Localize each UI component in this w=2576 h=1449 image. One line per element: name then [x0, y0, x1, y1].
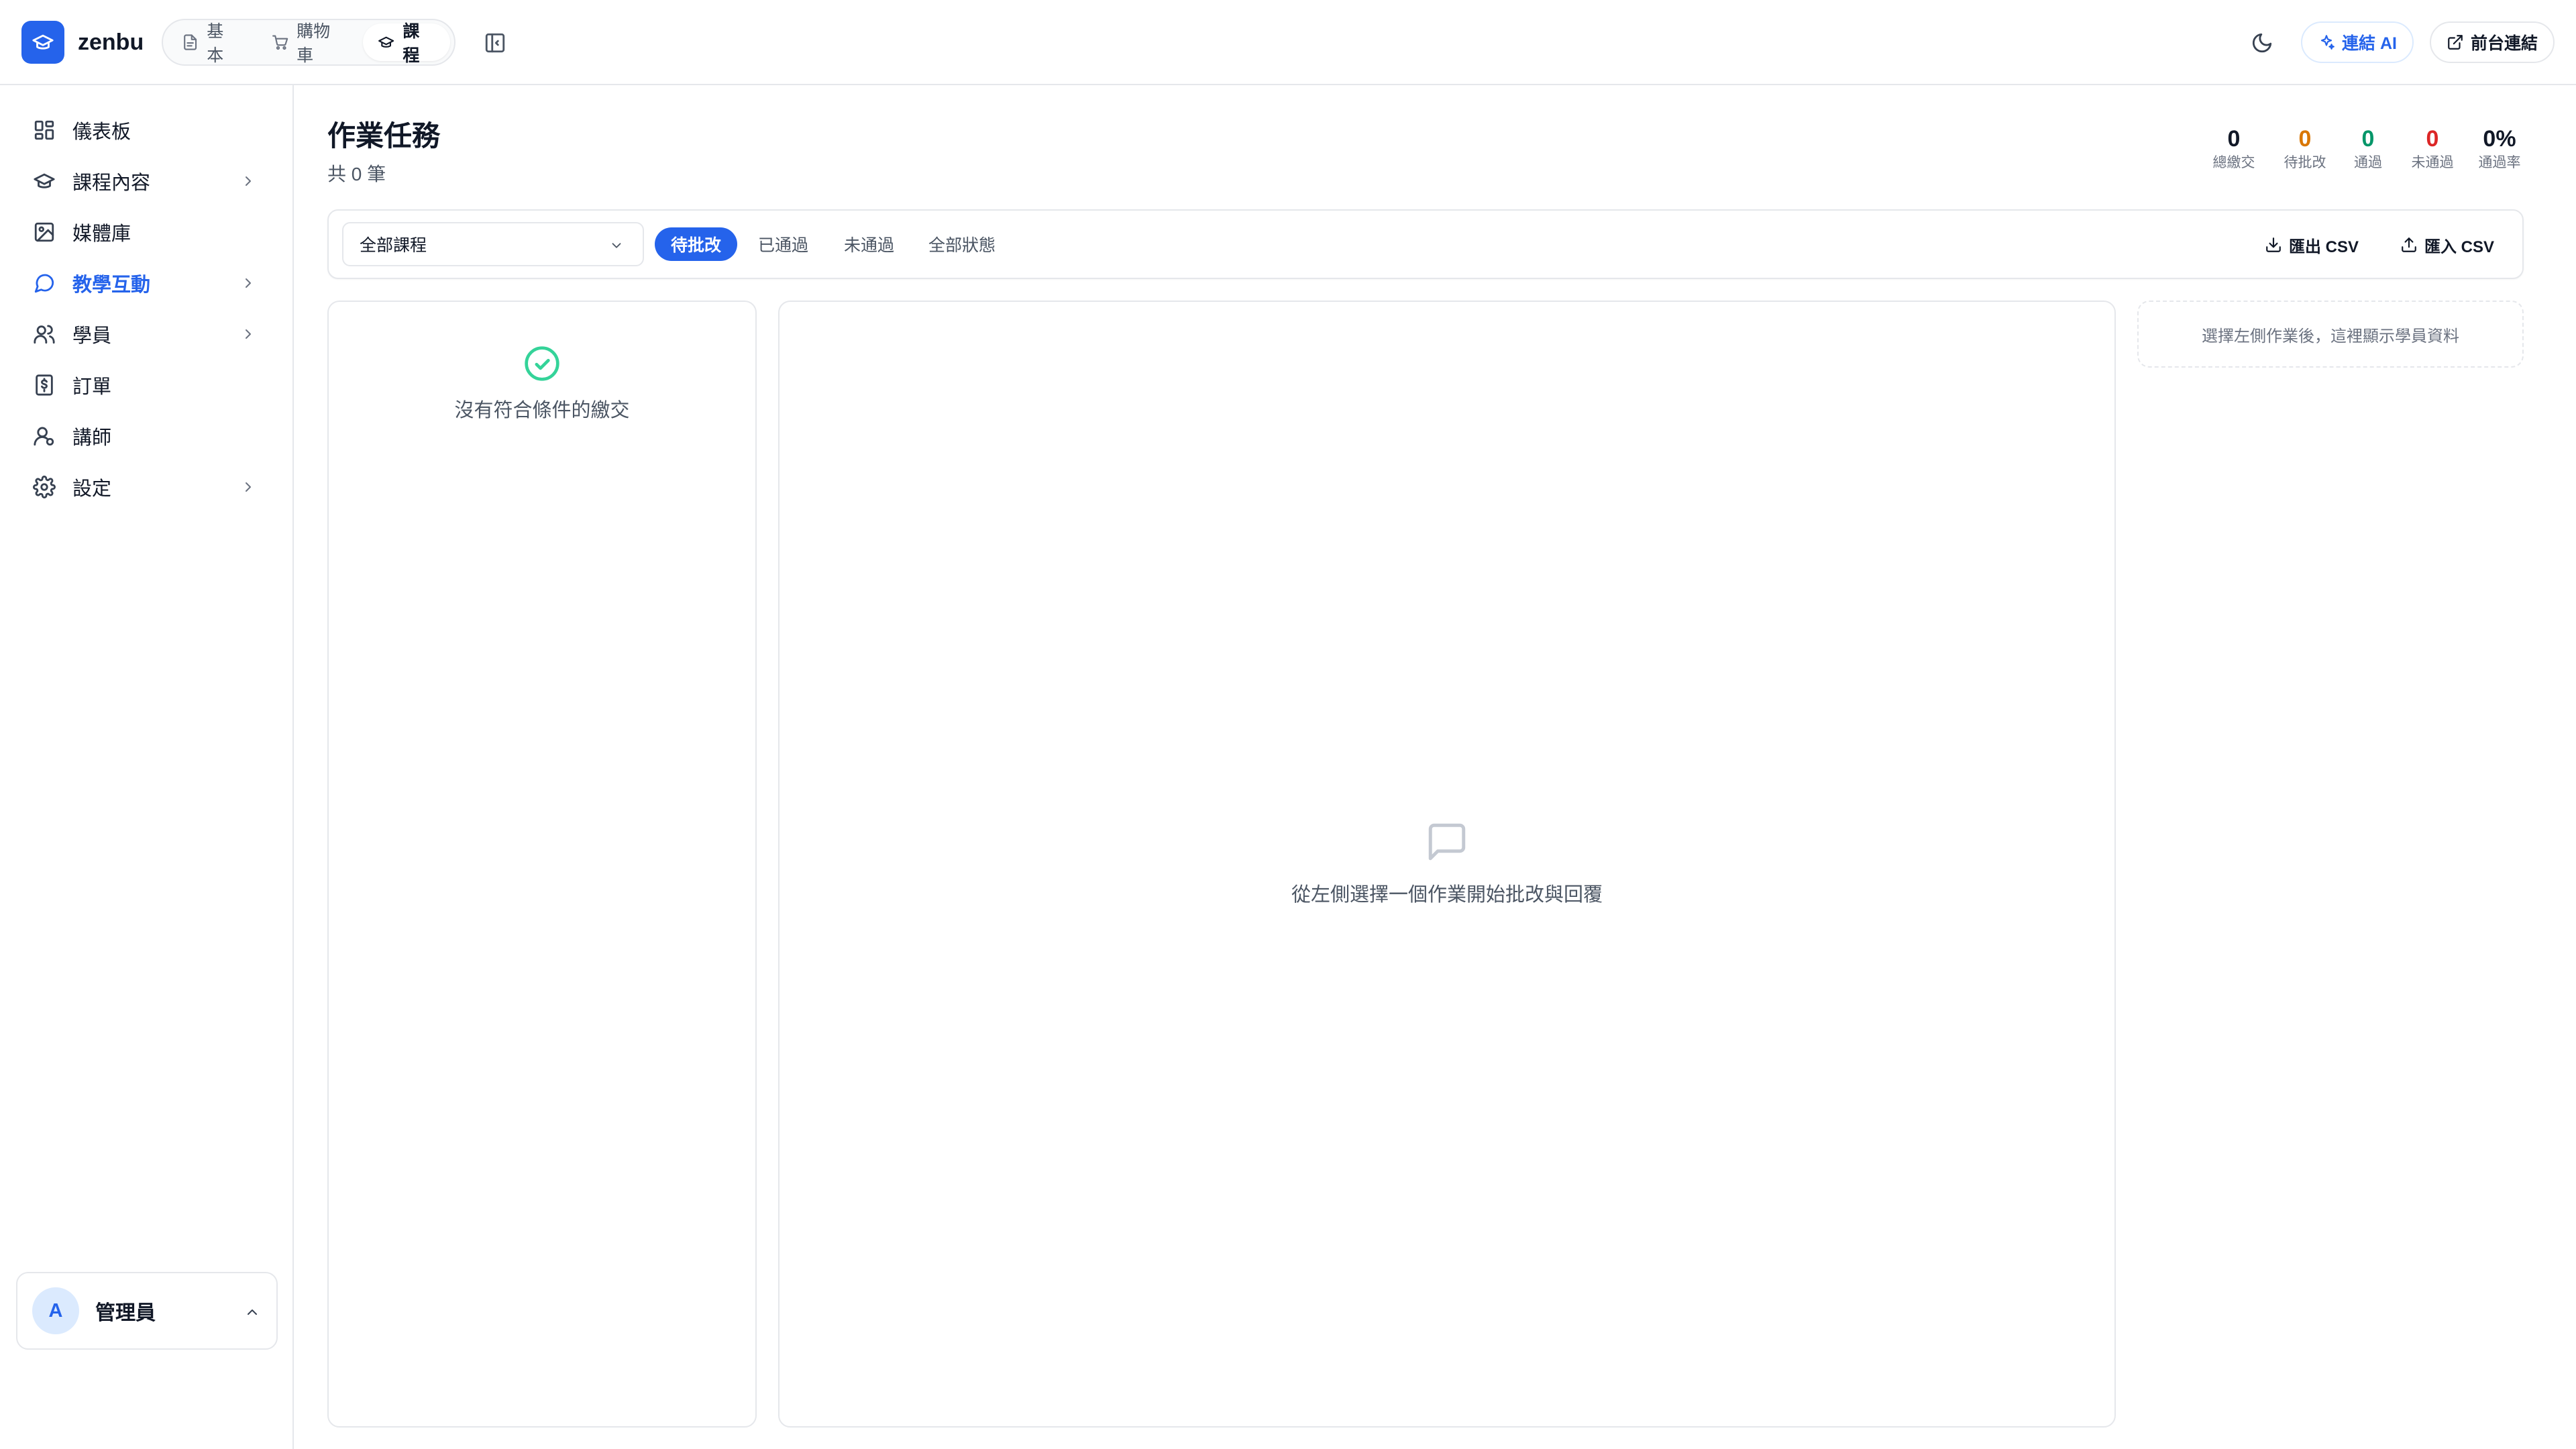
avatar: A	[32, 1287, 79, 1334]
graduation-cap-icon	[31, 168, 58, 195]
receipt-icon	[31, 372, 58, 398]
student-info-hint: 選擇左側作業後，這裡顯示學員資料	[2202, 327, 2459, 345]
tab-course[interactable]: 課程	[363, 22, 451, 65]
module-tabs: 基本 購物車 課程	[162, 19, 455, 66]
submission-list-panel: 沒有符合條件的繳交	[327, 301, 757, 1428]
users-icon	[31, 321, 58, 347]
graduation-cap-icon	[378, 36, 394, 48]
stat-pending: 0 待批改	[2271, 125, 2339, 173]
stats-summary: 0 總繳交 0 待批改 0 通過 0 未通過 0% 通過率	[2200, 125, 2529, 178]
chat-icon	[31, 270, 58, 297]
moon-icon	[2252, 33, 2272, 53]
stat-value: 0	[2227, 126, 2241, 152]
sidebar-item-label: 設定	[72, 478, 112, 500]
sidebar-toggle-button[interactable]	[480, 28, 510, 58]
sidebar-item-label: 媒體庫	[72, 223, 131, 245]
stat-label: 通過率	[2478, 155, 2521, 170]
page-title: 作業任務	[327, 120, 441, 152]
record-count: 共 0 筆	[327, 164, 386, 184]
sidebar-item-label: 教學互動	[72, 274, 151, 296]
empty-state: 從左側選擇一個作業開始批改與回覆	[780, 820, 2114, 907]
stat-passed: 0 通過	[2334, 125, 2402, 173]
empty-state-text: 從左側選擇一個作業開始批改與回覆	[1291, 884, 1603, 906]
sidebar-item-orders[interactable]: 訂單	[20, 364, 268, 407]
connect-ai-button[interactable]: 連結 AI	[2301, 21, 2414, 63]
export-csv-label: 匯出 CSV	[2289, 237, 2359, 256]
sidebar-item-label: 訂單	[72, 376, 112, 398]
sidebar-item-label: 儀表板	[72, 121, 131, 143]
stat-label: 待批改	[2284, 155, 2326, 170]
sidebar-item-label: 講師	[72, 427, 112, 449]
sidebar: 儀表板 課程內容 媒體庫 教學互動 學員 訂單 講師 設定 A 管理員	[0, 85, 294, 1449]
user-name: 管理員	[95, 1302, 156, 1324]
empty-state: 沒有符合條件的繳交	[329, 345, 755, 423]
cart-icon	[272, 35, 288, 50]
message-square-icon	[1425, 820, 1469, 864]
gear-icon	[31, 474, 58, 500]
sparkles-icon	[2320, 35, 2334, 50]
logo-icon[interactable]	[21, 21, 64, 64]
status-tab-pending[interactable]: 待批改	[655, 227, 738, 261]
sidebar-item-students[interactable]: 學員	[20, 313, 268, 356]
stat-value: 0%	[2483, 126, 2516, 152]
import-csv-label: 匯入 CSV	[2424, 237, 2495, 256]
chevron-right-icon	[246, 329, 251, 339]
file-icon	[184, 34, 197, 50]
stat-label: 未通過	[2411, 155, 2454, 170]
panel-left-icon	[485, 33, 505, 53]
sidebar-item-label: 學員	[72, 325, 112, 347]
frontend-link-label: 前台連結	[2470, 34, 2538, 53]
stat-value: 0	[2426, 126, 2439, 152]
sidebar-item-media[interactable]: 媒體庫	[20, 211, 268, 254]
status-tab-passed[interactable]: 已通過	[742, 227, 824, 261]
status-tab-all[interactable]: 全部狀態	[912, 227, 1012, 261]
tab-basic[interactable]: 基本	[167, 22, 254, 65]
tab-cart-label: 購物車	[297, 22, 331, 65]
student-info-panel: 選擇左側作業後，這裡顯示學員資料	[2137, 301, 2524, 368]
sidebar-item-dashboard[interactable]: 儀表板	[20, 109, 268, 152]
filter-bar: 全部課程 待批改 已通過 未通過 全部狀態 匯出 CSV 匯入 CSV	[327, 209, 2524, 279]
download-icon	[2266, 237, 2281, 252]
sidebar-item-course-content[interactable]: 課程內容	[20, 160, 268, 203]
stat-label: 通過	[2354, 155, 2382, 170]
empty-state-text: 沒有符合條件的繳交	[454, 400, 630, 421]
sidebar-item-instructors[interactable]: 講師	[20, 415, 268, 458]
sidebar-item-teaching[interactable]: 教學互動	[20, 262, 268, 305]
status-tab-failed[interactable]: 未通過	[828, 227, 910, 261]
chevron-right-icon	[246, 278, 251, 288]
tab-basic-label: 基本	[207, 22, 224, 65]
import-csv-button[interactable]: 匯入 CSV	[2400, 227, 2494, 262]
stat-pass-rate: 0% 通過率	[2466, 125, 2533, 173]
image-icon	[31, 219, 58, 246]
course-select-value: 全部課程	[360, 236, 427, 255]
check-circle-icon	[523, 345, 561, 382]
chevron-down-icon	[612, 243, 621, 248]
tab-course-label: 課程	[402, 22, 420, 65]
sidebar-item-label: 課程內容	[72, 172, 151, 194]
external-link-icon	[2448, 35, 2463, 50]
dashboard-icon	[31, 117, 58, 144]
frontend-link-button[interactable]: 前台連結	[2430, 21, 2555, 63]
stat-failed: 0 未通過	[2399, 125, 2466, 173]
theme-toggle-button[interactable]	[2247, 28, 2277, 58]
connect-ai-label: 連結 AI	[2342, 34, 2397, 53]
chevron-right-icon	[246, 176, 251, 186]
stat-label: 總繳交	[2212, 155, 2255, 170]
app-root: zenbu 基本 購物車 課程 連結 AI 前台連結 儀表板 課程內容 媒體庫 …	[0, 0, 2576, 1449]
stat-total: 0 總繳交	[2200, 125, 2267, 173]
chevron-right-icon	[246, 482, 251, 492]
instructor-icon	[31, 423, 58, 449]
export-csv-button[interactable]: 匯出 CSV	[2265, 227, 2359, 262]
stat-value: 0	[2298, 126, 2312, 152]
brand-name: zenbu	[78, 30, 144, 55]
chevron-up-icon	[248, 1309, 257, 1315]
stat-value: 0	[2361, 126, 2375, 152]
user-menu-button[interactable]: A 管理員	[16, 1272, 278, 1350]
sidebar-item-settings[interactable]: 設定	[20, 466, 268, 508]
top-bar: zenbu 基本 購物車 課程 連結 AI 前台連結	[0, 0, 2576, 85]
grading-panel: 從左側選擇一個作業開始批改與回覆	[778, 301, 2116, 1428]
course-select[interactable]: 全部課程	[342, 222, 644, 266]
tab-cart[interactable]: 購物車	[257, 22, 360, 65]
upload-icon	[2402, 237, 2416, 252]
